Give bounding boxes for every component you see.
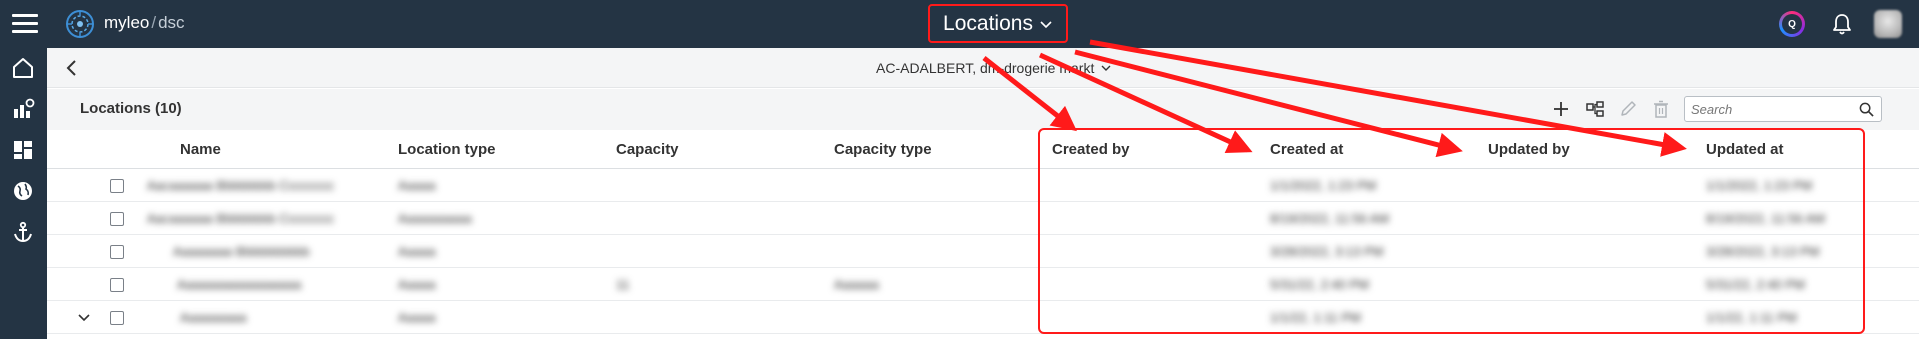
add-icon[interactable] (1551, 99, 1571, 119)
brand-name[interactable]: myleo / dsc (104, 13, 185, 33)
logo-icon (66, 10, 94, 38)
row-checkbox[interactable] (110, 311, 124, 325)
table-row[interactable]: Aaaaaaaa Bbbbbbbbbb Aaaaa 3/28/2022, 3:1… (47, 235, 1919, 268)
cell-updated-at: 5/31/22, 2:40 PM (1706, 277, 1806, 292)
column-header-capacity-type[interactable]: Capacity type (834, 141, 932, 158)
cell-name: Aacaaaaaa Bbbbbbbb Cccccccc (147, 178, 335, 193)
locations-table: Name Location type Capacity Capacity typ… (47, 130, 1919, 339)
avatar[interactable] (1874, 10, 1902, 38)
chevron-down-icon (1101, 65, 1111, 71)
delete-icon[interactable] (1651, 99, 1671, 119)
sub-header: AC-ADALBERT, dm-drogerie markt (47, 48, 1919, 88)
page-title: Locations (943, 11, 1033, 35)
cell-updated-at: 3/28/2022, 3:13 PM (1706, 244, 1820, 259)
cell-created-at: 8/19/2022, 11:56 AM (1270, 211, 1390, 226)
row-checkbox[interactable] (110, 278, 124, 292)
cell-name: Aacaaaaaa Bbbbbbbb Cccccccc (147, 211, 335, 226)
cell-capacity: 11 (616, 277, 630, 292)
row-checkbox[interactable] (110, 179, 124, 193)
search-input[interactable] (1691, 100, 1851, 118)
menu-icon[interactable] (12, 14, 38, 34)
cell-name: Aaaaaaaa Bbbbbbbbbb (173, 244, 310, 259)
cell-location-type: Aaaaa (398, 277, 436, 292)
cell-capacity-type: Aaaaaa (834, 277, 879, 292)
cell-updated-at: 1/1/2022, 1:23 PM (1706, 178, 1813, 193)
cell-created-at: 1/1/22, 1:11 PM (1270, 310, 1361, 325)
column-header-location-type[interactable]: Location type (398, 141, 496, 158)
search-box[interactable] (1684, 96, 1882, 122)
anchor-icon[interactable] (11, 220, 35, 244)
globe-icon[interactable] (11, 179, 35, 203)
column-header-created-at[interactable]: Created at (1270, 141, 1343, 158)
bell-icon[interactable] (1830, 12, 1854, 36)
column-header-created-by[interactable]: Created by (1052, 141, 1130, 158)
cell-name: Aaaaaaaaa (180, 310, 247, 325)
brand-separator: / (151, 13, 157, 32)
cell-location-type: Aaaaa (398, 310, 436, 325)
context-label: AC-ADALBERT, dm-drogerie markt (876, 60, 1095, 76)
list-title: Locations (10) (80, 100, 182, 117)
chevron-down-icon (1040, 20, 1052, 28)
chevron-down-icon[interactable] (77, 312, 91, 324)
cell-location-type: Aaaaa (398, 178, 436, 193)
column-header-updated-by[interactable]: Updated by (1488, 141, 1570, 158)
cell-location-type: Aaaaaaaaaa (398, 211, 472, 226)
row-checkbox[interactable] (110, 212, 124, 226)
cell-location-type: Aaaaa (398, 244, 436, 259)
brand-main: myleo (104, 13, 150, 32)
table-row[interactable]: Aaaaaaaaa Aaaaa 1/1/22, 1:11 PM 1/1/22, … (47, 301, 1919, 334)
column-header-updated-at[interactable]: Updated at (1706, 141, 1784, 158)
column-header-capacity[interactable]: Capacity (616, 141, 679, 158)
top-bar: myleo / dsc Locations Q (0, 0, 1919, 48)
cell-updated-at: 1/1/22, 1:11 PM (1706, 310, 1797, 325)
cell-created-at: 3/28/2022, 3:13 PM (1270, 244, 1384, 259)
sidebar (0, 48, 47, 339)
list-toolbar: Locations (10) (47, 89, 1919, 130)
cell-name: Aaaaaaaaaaaaaaaaa (177, 277, 302, 292)
cell-created-at: 1/1/2022, 1:23 PM (1270, 178, 1377, 193)
table-row[interactable]: Aacaaaaaa Bbbbbbbb Cccccccc Aaaaaaaaaa 8… (47, 202, 1919, 235)
page-title-dropdown[interactable]: Locations (928, 4, 1068, 43)
cell-updated-at: 8/19/2022, 11:56 AM (1706, 211, 1826, 226)
assistant-badge-label: Q (1782, 14, 1802, 34)
table-header: Name Location type Capacity Capacity typ… (47, 130, 1919, 169)
row-checkbox[interactable] (110, 245, 124, 259)
table-row[interactable]: Aaaaaaaaaaaaaaaaa Aaaaa 11 Aaaaaa 5/31/2… (47, 268, 1919, 301)
analytics-icon[interactable] (11, 97, 35, 121)
table-row[interactable]: Aacaaaaaa Bbbbbbbb Cccccccc Aaaaa 1/1/20… (47, 169, 1919, 202)
assistant-icon[interactable]: Q (1779, 11, 1805, 37)
home-icon[interactable] (11, 56, 35, 80)
search-icon[interactable] (1859, 102, 1874, 117)
hierarchy-icon[interactable] (1585, 99, 1605, 119)
cell-created-at: 5/31/22, 2:40 PM (1270, 277, 1370, 292)
brand-sub: dsc (158, 13, 185, 32)
column-header-name[interactable]: Name (180, 141, 221, 158)
edit-icon[interactable] (1618, 99, 1638, 119)
dashboard-icon[interactable] (11, 138, 35, 162)
context-selector[interactable]: AC-ADALBERT, dm-drogerie markt (876, 60, 1112, 76)
back-icon[interactable] (63, 59, 81, 77)
